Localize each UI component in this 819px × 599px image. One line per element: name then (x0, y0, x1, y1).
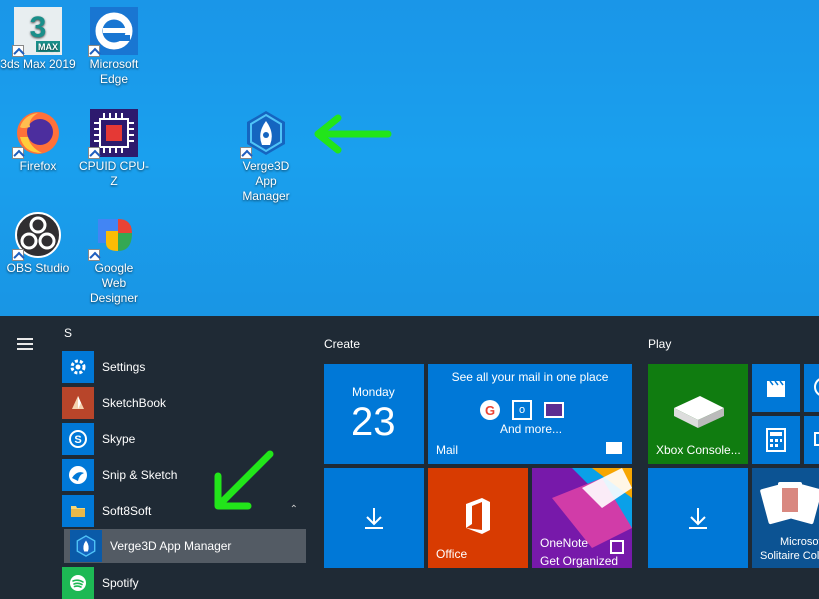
start-rail (0, 316, 50, 599)
tile-calendar[interactable]: Monday 23 (324, 364, 424, 464)
folder-icon (62, 494, 94, 527)
tile-download[interactable] (648, 468, 748, 568)
tile-office[interactable]: Office (428, 468, 528, 568)
section-letter[interactable]: S (64, 326, 72, 340)
camera-icon (814, 432, 819, 446)
outlook-icon: o (512, 400, 532, 420)
app-sketchbook[interactable]: SketchBook (62, 386, 306, 419)
tile-mail[interactable]: See all your mail in one place G o And m… (428, 364, 632, 464)
3dsmax-icon: 3 MAX (12, 7, 62, 57)
shortcut-arrow-icon (240, 147, 252, 159)
edge-icon (88, 7, 138, 57)
app-label: Soft8Soft (102, 503, 152, 518)
envelope-icon (544, 402, 564, 418)
shortcut-arrow-icon (88, 249, 100, 261)
solitaire-label-line-2: Solitaire Colle (760, 550, 819, 562)
shortcut-arrow-icon (88, 147, 100, 159)
desktop-icon-label: 3ds Max 2019 (0, 57, 76, 71)
sketchbook-icon (62, 386, 94, 419)
verge3d-icon (70, 530, 102, 562)
solitaire-label-line-1: Microsof (780, 536, 819, 548)
google-web-designer-icon (88, 211, 138, 261)
obs-icon (12, 211, 62, 261)
tile-solitaire[interactable]: Microsof Solitaire Colle (752, 468, 819, 568)
app-label: Spotify (102, 575, 139, 590)
mail-envelope-icon (606, 442, 622, 454)
svg-text:S: S (74, 434, 81, 446)
app-label: SketchBook (102, 395, 167, 410)
shortcut-arrow-icon (12, 147, 24, 159)
tile-onenote[interactable]: OneNote Get Organized (532, 468, 632, 568)
firefox-icon (12, 109, 62, 159)
tile-movies[interactable] (752, 364, 800, 412)
onenote-badge-icon (610, 540, 624, 554)
shortcut-arrow-icon (12, 249, 24, 261)
onenote-label: OneNote (540, 536, 589, 550)
desktop-icon-verge3d[interactable]: Verge3D App Manager (228, 109, 304, 204)
onenote-sublabel: Get Organized (540, 554, 619, 568)
playing-cards-icon (760, 482, 819, 525)
tile-label: Office (436, 547, 468, 561)
spotify-icon (62, 566, 94, 599)
app-settings[interactable]: Settings (62, 350, 306, 383)
skype-icon: S (62, 422, 94, 455)
desktop-icon-3dsmax[interactable]: 3 MAX 3ds Max 2019 (0, 7, 76, 72)
app-label: Skype (102, 431, 136, 446)
desktop-icon-label: OBS Studio (6, 261, 70, 275)
google-icon: G (480, 400, 500, 420)
clapperboard-icon (767, 380, 785, 397)
svg-text:3: 3 (30, 11, 47, 44)
app-spotify[interactable]: Spotify (62, 566, 306, 599)
calendar-date: 23 (351, 400, 396, 444)
calculator-icon (766, 428, 786, 452)
desktop-icon-label: Microsoft Edge (89, 57, 139, 86)
desktop-icon-label: Verge3D App Manager (242, 159, 290, 203)
verge3d-icon (240, 109, 290, 159)
desktop-icon-label: Google Web Designer (89, 261, 139, 305)
tile-camera[interactable] (804, 416, 819, 464)
annotation-arrow (314, 114, 392, 154)
tile-label: Xbox Console... (656, 443, 741, 457)
cpuz-icon (88, 109, 138, 159)
annotation-arrow (214, 450, 274, 510)
hamburger-menu-icon[interactable] (17, 338, 33, 350)
shortcut-arrow-icon (88, 45, 100, 57)
desktop-icon-firefox[interactable]: Firefox (0, 109, 76, 174)
desktop-icon-obs[interactable]: OBS Studio (0, 211, 76, 276)
group-title-play[interactable]: Play (648, 337, 671, 351)
chevron-up-icon[interactable]: ⌃ (290, 504, 298, 515)
tile-groove[interactable] (804, 364, 819, 412)
office-icon (466, 498, 490, 534)
desktop-icon-gwd[interactable]: Google Web Designer (76, 211, 152, 306)
tile-calculator[interactable] (752, 416, 800, 464)
xbox-console-icon (674, 396, 724, 428)
settings-icon (62, 350, 94, 383)
desktop-icon-label: Firefox (19, 159, 57, 173)
start-menu: S Settings SketchBook S Skype Snip & Ske… (0, 316, 819, 599)
desktop: 3 MAX 3ds Max 2019 Microsoft Edge Firefo… (0, 0, 819, 316)
music-disc-icon (814, 377, 819, 397)
desktop-icon-cpuz[interactable]: CPUID CPU-Z (76, 109, 152, 189)
svg-text:MAX: MAX (38, 42, 58, 52)
desktop-icon-label: CPUID CPU-Z (78, 159, 149, 188)
mail-provider-icons: G o (480, 400, 564, 420)
mail-description: See all your mail in one place (451, 370, 609, 384)
tile-label: Mail (436, 443, 459, 457)
snip-sketch-icon (62, 458, 94, 491)
shortcut-arrow-icon (12, 45, 24, 57)
tile-download[interactable] (324, 468, 424, 568)
app-label: Snip & Sketch (102, 467, 178, 482)
app-verge3d[interactable]: Verge3D App Manager (64, 529, 306, 563)
download-icon (689, 508, 707, 529)
app-label: Verge3D App Manager (110, 539, 232, 553)
tile-xbox[interactable]: Xbox Console... (648, 364, 748, 464)
mail-more: And more... (500, 422, 563, 436)
app-label: Settings (102, 359, 146, 374)
download-icon (365, 508, 383, 529)
group-title-create[interactable]: Create (324, 337, 360, 351)
calendar-day: Monday (352, 385, 395, 399)
desktop-icon-edge[interactable]: Microsoft Edge (76, 7, 152, 87)
